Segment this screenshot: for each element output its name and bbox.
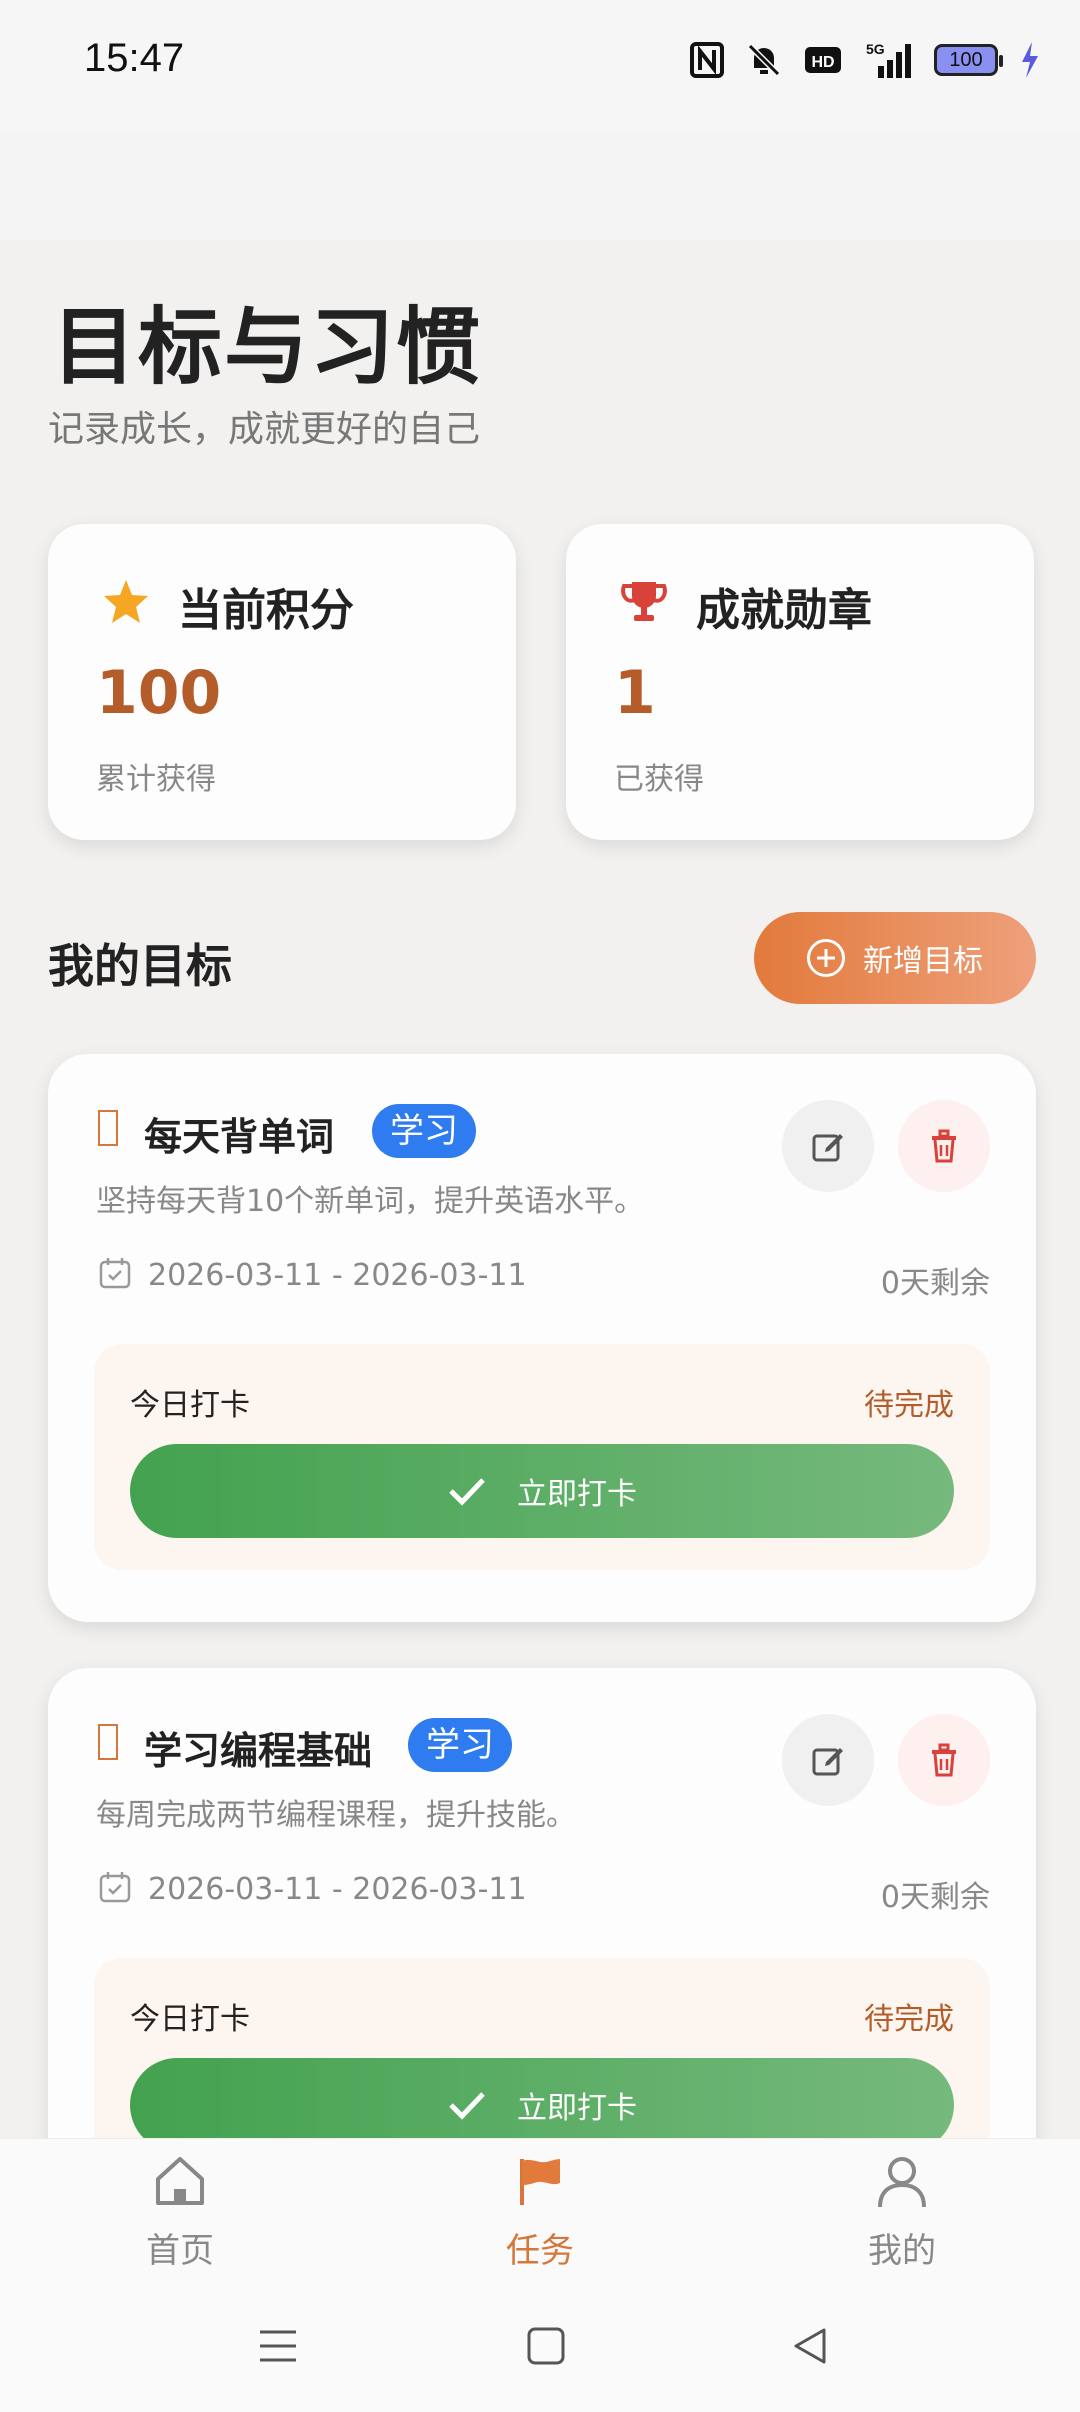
goal-remaining: 0天剩余 — [880, 1266, 990, 1301]
goal-card: 每天背单词 学习 坚持每天背10个新单词，提升英语水平。 2026-03-11 … — [48, 1054, 1036, 1622]
status-icons: HD 5G 100 — [690, 40, 1040, 80]
add-goal-button[interactable]: 新增目标 — [754, 912, 1036, 1004]
check-icon — [449, 2092, 485, 2120]
goal-name: 每天背单词 — [144, 1115, 335, 1159]
5g-signal-icon: 5G — [864, 40, 912, 80]
page-title: 目标与习惯 — [52, 298, 483, 396]
nfc-icon — [690, 40, 724, 80]
checkin-status: 待完成 — [864, 2002, 954, 2037]
goal-name: 学习编程基础 — [144, 1729, 373, 1773]
points-caption: 累计获得 — [96, 762, 216, 797]
tab-home[interactable]: 首页 — [80, 2153, 280, 2272]
tab-profile[interactable]: 我的 — [802, 2153, 1002, 2272]
charging-icon — [1020, 40, 1040, 80]
trash-icon — [932, 1129, 956, 1163]
trophy-icon — [616, 574, 672, 630]
svg-text:HD: HD — [811, 54, 834, 71]
points-card: 当前积分 100 累计获得 — [48, 524, 516, 840]
checkin-label: 今日打卡 — [130, 2002, 250, 2037]
tab-home-label: 首页 — [146, 2231, 214, 2271]
goals-section-title: 我的目标 — [48, 939, 232, 993]
menu-icon[interactable] — [258, 2326, 298, 2366]
checkin-panel: 今日打卡 待完成 立即打卡 — [94, 1344, 990, 1570]
goal-emoji-icon — [98, 1110, 118, 1146]
system-nav-bar — [0, 2278, 1080, 2412]
delete-goal-button[interactable] — [898, 1100, 990, 1192]
goal-emoji-icon — [98, 1724, 118, 1760]
checkin-button[interactable]: 立即打卡 — [130, 1444, 954, 1538]
calendar-icon — [98, 1870, 132, 1904]
goal-description: 坚持每天背10个新单词，提升英语水平。 — [96, 1184, 645, 1219]
header-spacer — [0, 130, 1080, 240]
star-icon — [98, 574, 154, 630]
trash-icon — [932, 1743, 956, 1777]
points-title: 当前积分 — [178, 585, 354, 636]
add-goal-label: 新增目标 — [863, 945, 983, 978]
hd-icon: HD — [804, 40, 842, 80]
person-icon — [874, 2153, 930, 2209]
tab-tasks-label: 任务 — [506, 2231, 574, 2271]
goal-dates: 2026-03-11 - 2026-03-11 — [148, 1872, 527, 1907]
checkin-button-label: 立即打卡 — [517, 2092, 637, 2125]
badges-title: 成就勋章 — [696, 585, 872, 636]
back-triangle-icon[interactable] — [790, 2326, 830, 2366]
page-subtitle: 记录成长，成就更好的自己 — [48, 409, 481, 450]
checkin-button-label: 立即打卡 — [517, 1478, 637, 1511]
goal-category-tag: 学习 — [408, 1718, 512, 1772]
mute-icon — [746, 40, 782, 80]
home-icon — [152, 2153, 208, 2209]
points-value: 100 — [96, 658, 222, 728]
edit-icon — [812, 1748, 843, 1776]
status-time: 15:47 — [84, 36, 185, 80]
tab-tasks[interactable]: 任务 — [440, 2153, 640, 2272]
bottom-tab-bar: 首页 任务 我的 — [0, 2138, 1080, 2278]
goal-category-tag: 学习 — [372, 1104, 476, 1158]
check-icon — [449, 1478, 485, 1506]
goal-description: 每周完成两节编程课程，提升技能。 — [96, 1798, 576, 1833]
goal-remaining: 0天剩余 — [880, 1880, 990, 1915]
checkin-status: 待完成 — [864, 1388, 954, 1423]
checkin-label: 今日打卡 — [130, 1388, 250, 1423]
edit-goal-button[interactable] — [782, 1714, 874, 1806]
status-bar: 15:47 HD 5G 100 — [0, 0, 1080, 130]
battery-icon: 100 — [934, 40, 1003, 80]
delete-goal-button[interactable] — [898, 1714, 990, 1806]
tab-profile-label: 我的 — [868, 2231, 936, 2271]
edit-icon — [812, 1134, 843, 1162]
badges-card: 成就勋章 1 已获得 — [566, 524, 1034, 840]
calendar-icon — [98, 1256, 132, 1290]
badges-caption: 已获得 — [614, 762, 704, 797]
goal-dates: 2026-03-11 - 2026-03-11 — [148, 1258, 527, 1293]
badges-value: 1 — [614, 658, 656, 728]
svg-text:5G: 5G — [866, 41, 885, 57]
edit-goal-button[interactable] — [782, 1100, 874, 1192]
flag-icon — [512, 2153, 568, 2209]
plus-circle-icon — [807, 939, 845, 977]
home-square-icon[interactable] — [526, 2326, 566, 2366]
